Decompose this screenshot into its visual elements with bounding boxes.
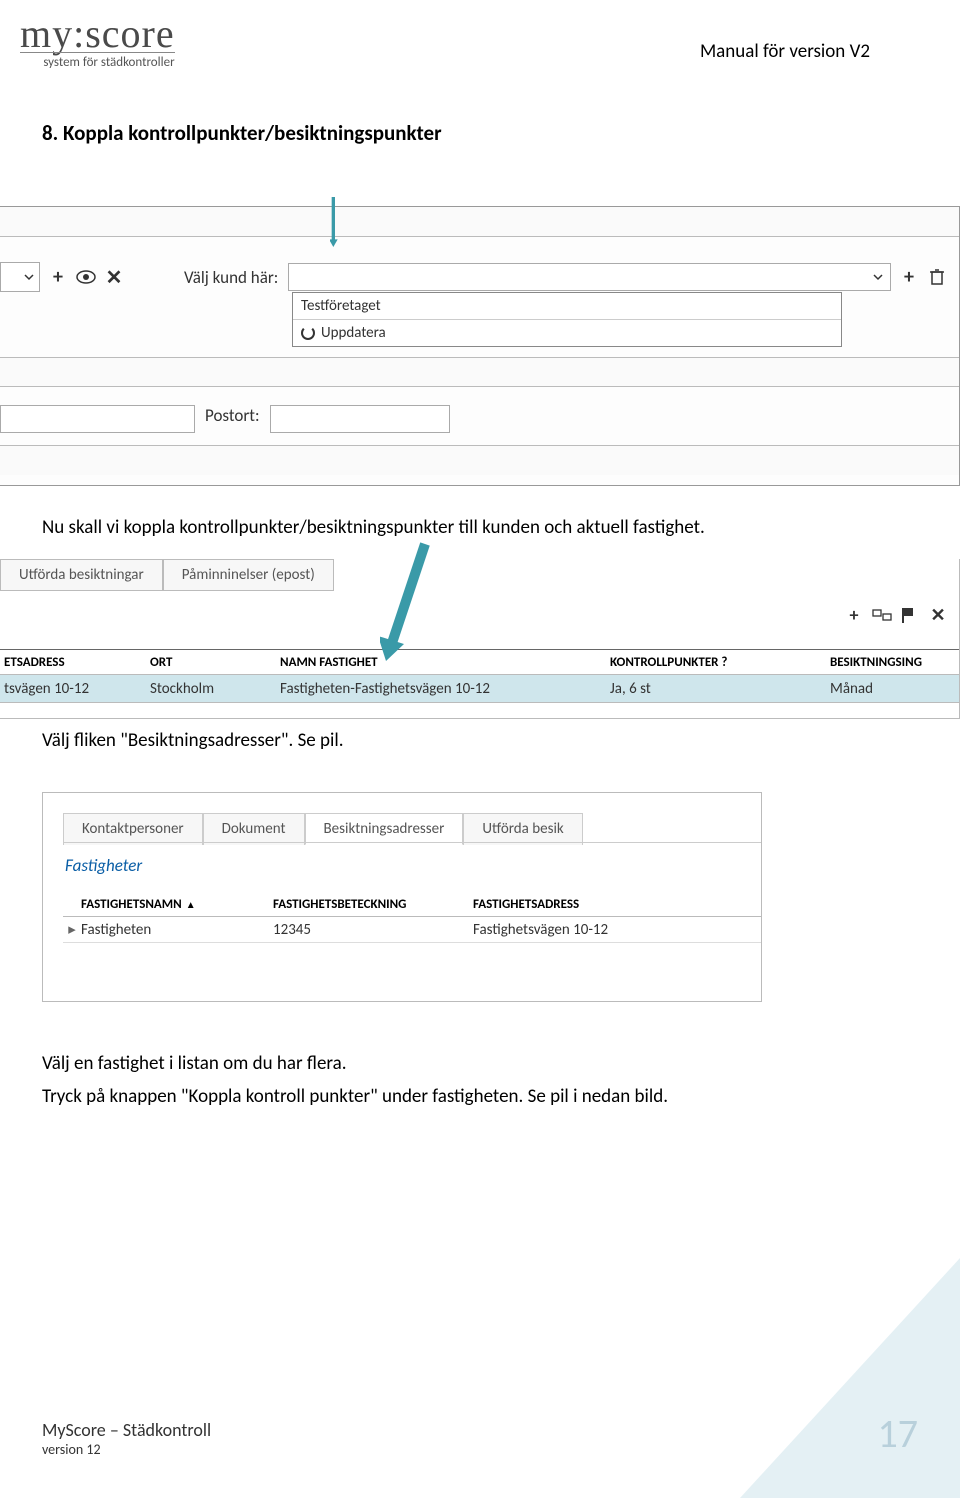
section-heading: 8. Koppla kontrollpunkter/besiktningspun…	[42, 120, 960, 146]
th-fastighetsbeteckning[interactable]: FASTIGHETSBETECKNING	[273, 897, 473, 912]
dropdown-item-testforetaget[interactable]: Testföretaget	[293, 293, 841, 320]
logo: my:score system för städkontroller	[20, 10, 175, 70]
cell-ort: Stockholm	[150, 680, 280, 698]
tab-paminnelser[interactable]: Påminninelser (epost)	[163, 559, 334, 591]
plus-icon[interactable]: +	[46, 265, 70, 289]
screenshot-valj-kund: + ✕ Välj kund här: + Testföretaget Uppda…	[0, 206, 960, 486]
flag-icon[interactable]	[899, 604, 921, 626]
plus-icon[interactable]: +	[897, 265, 921, 289]
chevron-down-icon	[23, 271, 35, 283]
dropdown-refresh[interactable]: Uppdatera	[293, 320, 841, 346]
th-etsadress: ETSADRESS	[0, 655, 150, 670]
table-row[interactable]: tsvägen 10-12 Stockholm Fastigheten-Fast…	[0, 675, 959, 703]
page-footer: MyScore – Städkontroll version 12 17	[42, 1409, 918, 1458]
logo-subtitle: system för städkontroller	[20, 52, 175, 70]
valj-kund-label: Välj kund här:	[184, 267, 278, 288]
page-number: 17	[877, 1409, 918, 1458]
plus-icon[interactable]: +	[843, 604, 865, 626]
manual-version-label: Manual för version V2	[700, 40, 870, 63]
screenshot-fastighet-list: Utförda besiktningar Påminninelser (epos…	[0, 559, 960, 719]
tab-besiktningsadresser[interactable]: Besiktningsadresser	[305, 813, 464, 845]
table-header: ETSADRESS ORT NAMN FASTIGHET KONTROLLPUN…	[0, 649, 959, 675]
cell-besiktningsing: Månad	[830, 680, 959, 698]
tab-utforda-besik[interactable]: Utförda besik	[463, 813, 582, 845]
dropdown-small[interactable]	[0, 262, 40, 292]
tab-utforda-besiktningar[interactable]: Utförda besiktningar	[0, 559, 163, 591]
decorative-triangle	[740, 1258, 960, 1498]
fastigheter-heading: Fastigheter	[65, 855, 142, 876]
link-icon[interactable]	[871, 604, 893, 626]
sort-asc-icon: ▲	[186, 898, 196, 911]
th-namn-fastighet: NAMN FASTIGHET	[280, 655, 610, 670]
tab-border	[63, 842, 761, 843]
cell-fastighetsbeteckning: 12345	[273, 921, 473, 939]
row-selector-icon: ▸	[63, 920, 81, 939]
refresh-label: Uppdatera	[321, 324, 386, 342]
postort-row: Postort:	[0, 405, 949, 433]
paragraph-4: Tryck på knappen "Koppla kontroll punkte…	[42, 1085, 960, 1108]
paragraph-2: Välj fliken "Besiktningsadresser". Se pi…	[42, 729, 960, 752]
toolbar-row: + ✕ Välj kund här: +	[0, 262, 949, 292]
th-besiktningsing: BESIKTNINGSING	[830, 655, 959, 670]
footer-version: version 12	[42, 1441, 211, 1458]
blank-row	[0, 207, 959, 237]
trash-icon[interactable]	[925, 265, 949, 289]
close-icon[interactable]: ✕	[102, 265, 126, 289]
postort-label: Postort:	[205, 405, 260, 426]
table-row[interactable]: ▸ Fastigheten 12345 Fastighetsvägen 10-1…	[63, 917, 761, 943]
kund-dropdown-input[interactable]	[288, 263, 891, 291]
chevron-down-icon	[872, 271, 884, 283]
postort-input[interactable]	[270, 405, 450, 433]
tab-dokument[interactable]: Dokument	[203, 813, 305, 845]
cell-kontrollpunkter: Ja, 6 st	[610, 680, 830, 698]
refresh-icon	[301, 326, 315, 340]
cell-fastighetsadress: Fastighetsvägen 10-12	[473, 921, 761, 939]
close-icon[interactable]: ✕	[927, 604, 949, 626]
th-fastighetsnamn[interactable]: FASTIGHETSNAMN▲	[63, 897, 273, 912]
table-header: FASTIGHETSNAMN▲ FASTIGHETSBETECKNING FAS…	[63, 893, 761, 917]
th-ort: ORT	[150, 655, 280, 670]
cell-fastighetsnamn: Fastigheten	[81, 921, 273, 939]
input-left[interactable]	[0, 405, 195, 433]
page-header: my:score system för städkontroller Manua…	[0, 0, 960, 70]
tab-kontaktpersoner[interactable]: Kontaktpersoner	[63, 813, 203, 845]
footer-title: MyScore – Städkontroll	[42, 1419, 211, 1441]
blank-row	[0, 445, 959, 475]
cell-etsadress: tsvägen 10-12	[0, 680, 150, 698]
cell-namn-fastighet: Fastigheten-Fastighetsvägen 10-12	[280, 680, 610, 698]
th-fastighetsadress[interactable]: FASTIGHETSADRESS	[473, 897, 761, 912]
blank-row	[0, 357, 959, 387]
kund-dropdown-list: Testföretaget Uppdatera	[292, 292, 842, 347]
eye-icon[interactable]	[74, 265, 98, 289]
paragraph-1: Nu skall vi koppla kontrollpunkter/besik…	[42, 516, 960, 539]
th-kontrollpunkter: KONTROLLPUNKTER ?	[610, 655, 830, 670]
screenshot-besiktningsadresser: Kontaktpersoner Dokument Besiktningsadre…	[42, 792, 762, 1002]
paragraph-3: Välj en fastighet i listan om du har fle…	[42, 1052, 960, 1075]
logo-main: my:score	[20, 10, 175, 57]
